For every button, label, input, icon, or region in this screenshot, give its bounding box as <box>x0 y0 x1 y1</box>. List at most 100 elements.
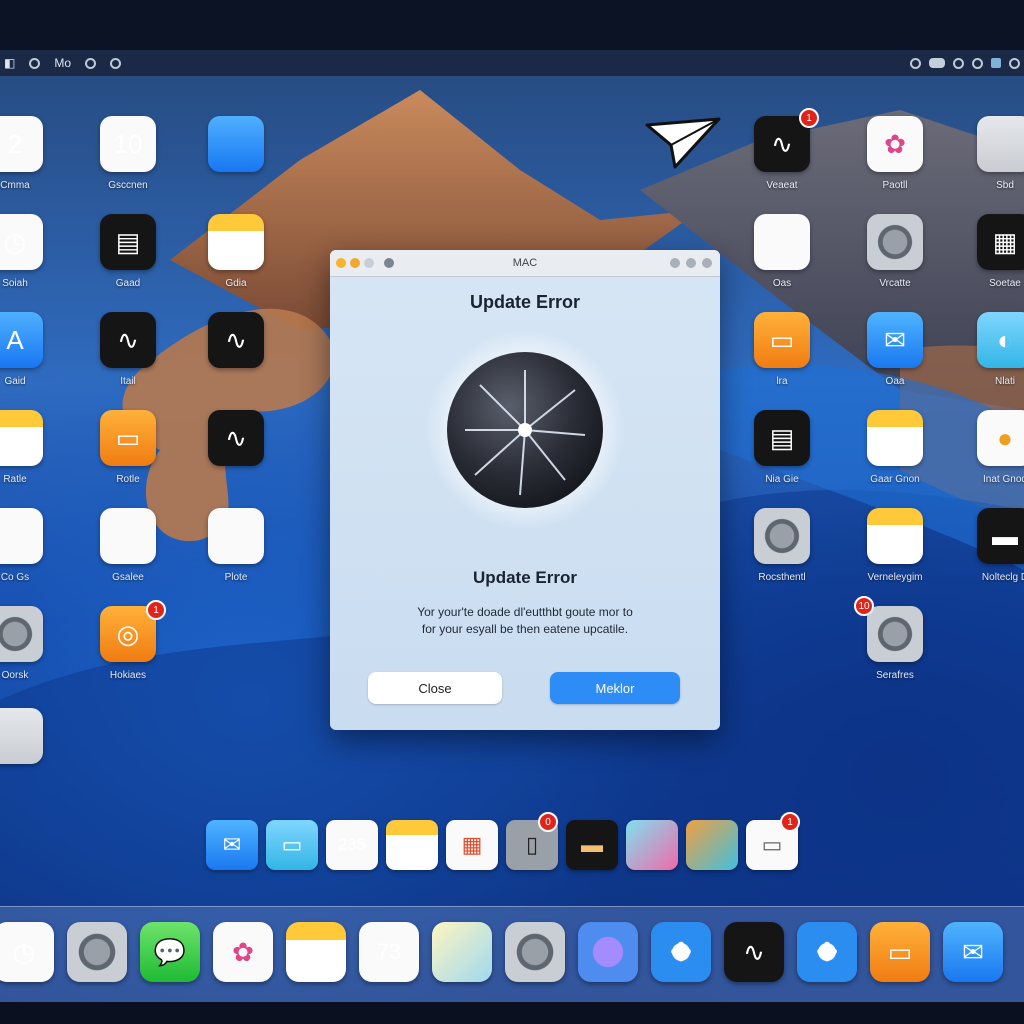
desktop-app-books[interactable]: ▭ Rotle <box>83 410 173 485</box>
desktop-app-settings-2[interactable]: Vrcatte <box>850 214 940 289</box>
mail-icon[interactable]: ✉ <box>943 922 1003 982</box>
clock-icon: ◷ <box>0 214 43 270</box>
desktop-app-grey[interactable] <box>0 708 60 764</box>
desktop-app-notes-5[interactable]: Verneleygim <box>850 508 940 583</box>
dialog-heading: Update Error <box>469 292 581 312</box>
grid-icon[interactable]: ▦ <box>446 820 498 870</box>
desktop-app-grey-2[interactable]: Sbd <box>960 116 1024 191</box>
window-title: MAC <box>512 257 538 269</box>
blank-app-icon <box>0 708 43 764</box>
preview-icon: ▦ <box>977 214 1024 270</box>
books-icon[interactable]: ▭ <box>870 922 930 982</box>
notification-badge: 10 <box>854 596 874 616</box>
notes-icon[interactable] <box>386 820 438 870</box>
shield-icon[interactable] <box>110 57 122 69</box>
desktop-app-stocks-2[interactable]: ∿ <box>191 312 281 376</box>
maps-icon: ▤ <box>754 410 810 466</box>
desktop-app-reminders-3[interactable]: Oas <box>737 214 827 289</box>
stocks-icon: ∿ <box>208 410 264 466</box>
calendar-icon[interactable]: 73 <box>359 922 419 982</box>
desktop-app-notes-2[interactable]: Ratle <box>0 410 60 485</box>
desktop-app-photos[interactable]: ✿ Paotll <box>850 116 940 191</box>
stocks-icon[interactable]: ∿ <box>724 922 784 982</box>
blank-app-icon <box>208 116 264 172</box>
search-icon[interactable] <box>1009 57 1020 69</box>
record-icon[interactable] <box>85 57 97 69</box>
pink-app-icon[interactable] <box>626 820 678 870</box>
desktop-app-mail[interactable]: ✉ Oaa <box>850 312 940 387</box>
desktop-app-settings-3[interactable]: Rocsthentl <box>737 508 827 583</box>
notes-icon <box>0 410 43 466</box>
dialog-subheading: Update Error <box>473 568 577 587</box>
mail-icon: ✉ <box>867 312 923 368</box>
desktop-app-blue[interactable] <box>191 116 281 180</box>
desktop-app-settings[interactable]: Oorsk <box>0 606 60 681</box>
desktop-app-clock[interactable]: ◷ Soiah <box>0 214 60 289</box>
desktop-app-preview[interactable]: ▦ Soetae <box>960 214 1024 289</box>
reminders-icon <box>0 508 43 564</box>
calendar-icon[interactable]: 235 <box>326 820 378 870</box>
apple-menu-icon[interactable]: ◧ <box>4 56 15 70</box>
app-shelf: ✉ ▭ 235 ▦ ▯ 0 ▬ ▭ 1 <box>206 812 846 878</box>
volume-icon[interactable] <box>972 57 983 69</box>
desktop-app-appstore[interactable]: A Gaid <box>0 312 60 387</box>
colorful-app-icon[interactable] <box>686 820 738 870</box>
desktop-app-calendar[interactable]: 2 Cmma <box>0 116 60 191</box>
safari-icon[interactable]: ✣ <box>651 922 711 982</box>
gear-icon[interactable] <box>505 922 565 982</box>
window-icon[interactable]: ▭ <box>266 820 318 870</box>
desktop-app-reminders-2[interactable]: Gsalee <box>83 508 173 583</box>
wifi-icon[interactable] <box>910 57 921 69</box>
battery-icon[interactable] <box>929 58 945 68</box>
desktop-app-photobooth[interactable]: ◎ 1 Hokiaes <box>83 600 173 681</box>
desktop-app-books-2[interactable]: ▭ lra <box>737 312 827 387</box>
desktop-app-stocks-4[interactable]: ∿ 1 Veaeat <box>737 108 827 191</box>
desktop-app-settings-4[interactable]: 10 Serafres <box>850 596 940 681</box>
screen-icon: ▬ <box>977 508 1024 564</box>
desktop-app-reminders[interactable]: Co Gs <box>0 508 60 583</box>
clock-icon[interactable]: ◷ <box>0 922 54 982</box>
more-info-button[interactable]: Meklor <box>550 672 680 704</box>
gear-icon <box>867 606 923 662</box>
desktop-app-contacts[interactable]: ● Inat Gnod <box>960 410 1024 485</box>
notes-icon <box>867 508 923 564</box>
desktop-app-finder[interactable]: ◐ Nlati <box>960 312 1024 387</box>
app-store-icon: A <box>0 312 43 368</box>
control-center-icon[interactable] <box>991 58 1001 68</box>
notification-badge: 0 <box>538 812 558 832</box>
error-orb-icon <box>425 330 625 530</box>
close-button[interactable]: Close <box>368 672 502 704</box>
bluetooth-icon[interactable] <box>953 57 964 69</box>
photos-icon: ✿ <box>867 116 923 172</box>
desktop-app-stocks[interactable]: ∿ Itail <box>83 312 173 387</box>
notes-icon <box>208 214 264 270</box>
photo-icon[interactable]: ▬ <box>566 820 618 870</box>
calendar-icon: 10 <box>100 116 156 172</box>
notification-badge: 1 <box>799 108 819 128</box>
notes-icon[interactable] <box>286 922 346 982</box>
desktop-app-notes-4[interactable]: Gaar Gnon <box>850 410 940 485</box>
notification-badge: 1 <box>780 812 800 832</box>
gear-icon <box>754 508 810 564</box>
dark-app-icon[interactable]: ▯ 0 <box>506 812 558 870</box>
desktop-app-maps-2[interactable]: ▤ Nia Gie <box>737 410 827 485</box>
book-icon[interactable]: ▭ 1 <box>746 812 800 870</box>
stocks-icon: ∿ <box>208 312 264 368</box>
mail-icon[interactable]: ✉ <box>206 820 258 870</box>
desktop-app-notes[interactable]: Gdia <box>191 214 281 289</box>
status-icon[interactable] <box>29 57 41 69</box>
photos-icon[interactable]: ✿ <box>213 922 273 982</box>
blank-app-icon <box>977 116 1024 172</box>
desktop-app-notes-3[interactable]: Plote <box>191 508 281 583</box>
maps-icon[interactable] <box>432 922 492 982</box>
browser-icon[interactable] <box>578 922 638 982</box>
safari-icon[interactable]: ✣ <box>797 922 857 982</box>
desktop-app-maps[interactable]: ▤ Gaad <box>83 214 173 289</box>
desktop-app-screen[interactable]: ▬ Nolteclg D <box>960 508 1024 583</box>
messages-icon[interactable]: 💬 <box>140 922 200 982</box>
app-menu-title[interactable]: Mo <box>54 56 71 70</box>
gear-icon[interactable] <box>67 922 127 982</box>
dialog-titlebar: MAC <box>330 250 720 277</box>
desktop-app-calendar-2[interactable]: 10 Gsccnen <box>83 116 173 191</box>
desktop-app-stocks-3[interactable]: ∿ <box>191 410 281 474</box>
